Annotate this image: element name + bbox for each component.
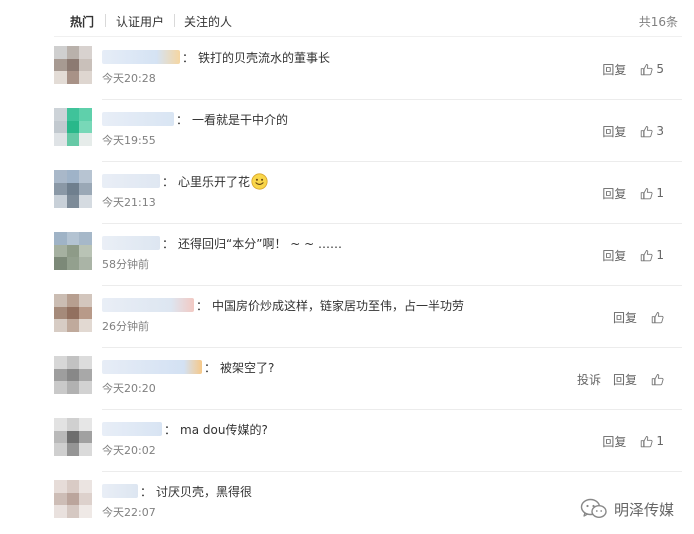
comment-time: 今天20:20	[102, 382, 156, 395]
comment-total: 共16条	[638, 15, 678, 29]
reply-button[interactable]: 回复	[602, 247, 626, 264]
tab-hot[interactable]: 热门	[70, 13, 94, 30]
tab-verified-users[interactable]: 认证用户	[116, 13, 164, 30]
comment-text: 中国房价炒成这样，链家居功至伟，占一半功劳	[212, 298, 465, 313]
thumbs-up-icon	[651, 311, 664, 323]
username[interactable]	[102, 174, 160, 188]
comment-text: 心里乐开了花	[178, 174, 251, 189]
comment-time: 今天20:02	[102, 444, 156, 457]
reply-button[interactable]: 回复	[613, 309, 637, 326]
tab-following[interactable]: 关注的人	[184, 13, 232, 30]
like-count: 5	[656, 62, 664, 76]
like-button[interactable]	[651, 311, 667, 324]
comment-text: 还得回归“本分”啊！ ~ ~ ……	[178, 236, 343, 251]
tab-separator	[174, 14, 175, 27]
smile-emoji-icon	[251, 172, 268, 190]
avatar[interactable]	[54, 418, 92, 456]
username[interactable]	[102, 484, 138, 498]
watermark: 明泽传媒	[580, 498, 674, 520]
comment-item: ： 被架空了? 今天20:20 投诉 回复	[54, 348, 682, 410]
comment-text: ma dou传媒的?	[180, 422, 268, 437]
reply-button[interactable]: 回复	[602, 185, 626, 202]
username[interactable]	[102, 50, 180, 64]
thumbs-up-icon	[641, 187, 653, 199]
avatar[interactable]	[54, 170, 92, 208]
comment-time: 今天22:07	[102, 506, 156, 519]
reply-button[interactable]: 回复	[602, 61, 626, 78]
reply-button[interactable]: 回复	[613, 371, 637, 388]
like-button[interactable]: 1	[640, 248, 664, 262]
header-divider	[54, 36, 682, 37]
comment-text: 铁打的贝壳流水的董事长	[198, 50, 331, 65]
avatar[interactable]	[54, 294, 92, 332]
username[interactable]	[102, 422, 162, 436]
thumbs-up-icon	[641, 63, 653, 75]
avatar[interactable]	[54, 480, 92, 518]
comment-item: ： ma dou传媒的? 今天20:02 回复 1	[54, 410, 682, 472]
comment-item: ： 铁打的贝壳流水的董事长 今天20:28 回复 5	[54, 38, 682, 100]
tab-separator	[105, 14, 106, 27]
like-count: 3	[656, 124, 664, 138]
like-button[interactable]: 1	[640, 434, 664, 448]
comment-text: 一看就是干中介的	[192, 112, 289, 127]
comment-item: ： 一看就是干中介的 今天19:55 回复 3	[54, 100, 682, 162]
comment-item: ： 还得回归“本分”啊！ ~ ~ …… 58分钟前 回复 1	[54, 224, 682, 286]
comment-time: 今天21:13	[102, 196, 156, 209]
comment-item: ： 心里乐开了花 今天21:13 回复 1	[54, 162, 682, 224]
username[interactable]	[102, 298, 194, 312]
username[interactable]	[102, 360, 202, 374]
avatar[interactable]	[54, 356, 92, 394]
like-button[interactable]: 5	[640, 62, 664, 76]
like-button[interactable]: 3	[640, 124, 664, 138]
comment-tabs: 热门 认证用户 关注的人 共16条	[0, 0, 694, 40]
thumbs-up-icon	[641, 435, 653, 447]
avatar[interactable]	[54, 46, 92, 84]
like-count: 1	[656, 434, 664, 448]
like-button[interactable]: 1	[640, 186, 664, 200]
comment-item: ： 中国房价炒成这样，链家居功至伟，占一半功劳 26分钟前 回复	[54, 286, 682, 348]
report-button[interactable]: 投诉	[577, 371, 601, 388]
watermark-text: 明泽传媒	[613, 500, 674, 519]
avatar[interactable]	[54, 232, 92, 270]
thumbs-up-icon	[651, 373, 664, 385]
like-count: 1	[656, 248, 664, 262]
reply-button[interactable]: 回复	[602, 123, 626, 140]
comment-time: 今天19:55	[102, 134, 156, 147]
username[interactable]	[102, 112, 174, 126]
username[interactable]	[102, 236, 160, 250]
like-count: 1	[656, 186, 664, 200]
thumbs-up-icon	[641, 249, 653, 261]
comment-time: 58分钟前	[102, 258, 149, 271]
comment-text: 讨厌贝壳，黑得很	[156, 484, 253, 499]
avatar[interactable]	[54, 108, 92, 146]
wechat-icon	[580, 498, 607, 519]
like-button[interactable]	[651, 373, 667, 386]
thumbs-up-icon	[641, 125, 653, 137]
comment-text: 被架空了?	[220, 360, 275, 375]
comment-time: 26分钟前	[102, 320, 149, 333]
reply-button[interactable]: 回复	[602, 433, 626, 450]
comment-time: 今天20:28	[102, 72, 156, 85]
